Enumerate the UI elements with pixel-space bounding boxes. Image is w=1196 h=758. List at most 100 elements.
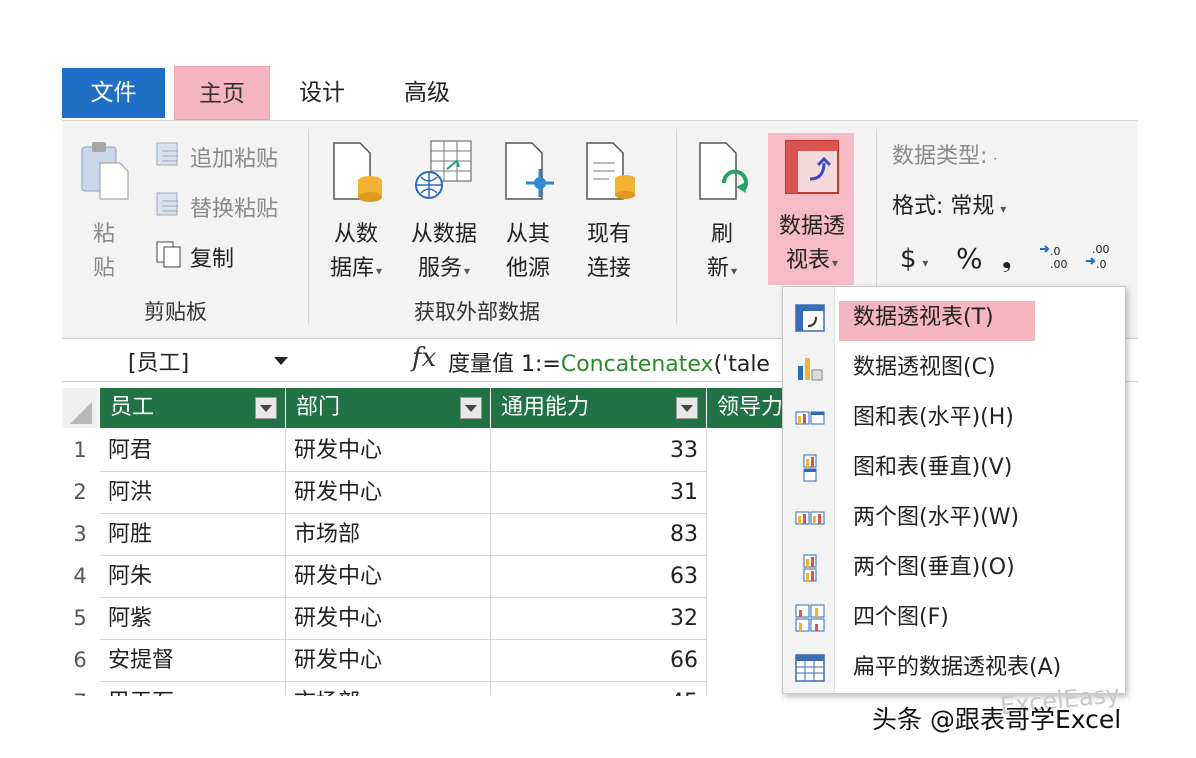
formula-suffix: ('tale: [713, 352, 770, 377]
chart-and-table-vertical-icon: [795, 454, 825, 482]
cell-department[interactable]: 研发中心: [286, 556, 491, 598]
row-number: 5: [73, 606, 87, 630]
menu-item-label: 两个图(水平)(W): [853, 505, 1020, 530]
replace-paste-button[interactable]: 替换粘贴: [154, 189, 278, 225]
pivot-label-1: 数据透: [778, 214, 845, 239]
decrease-decimal-icon: .00.0: [1084, 241, 1118, 283]
currency-button[interactable]: $ ▾: [900, 241, 928, 277]
cell-department[interactable]: 市场部: [286, 514, 491, 556]
column-header-ability[interactable]: 通用能力: [491, 388, 707, 428]
menu-item-label: 扁平的数据透视表(A): [853, 655, 1062, 680]
name-box-dropdown-icon[interactable]: [274, 357, 288, 365]
cell-department[interactable]: 研发中心: [286, 430, 491, 472]
svg-text:.0: .0: [1096, 258, 1107, 271]
cell-ability[interactable]: 33: [491, 430, 707, 472]
pivot-dropdown-menu: 数据透视表(T) 数据透视图(C) 图和表(水平)(H) 图和表(垂直)(V) …: [782, 286, 1126, 694]
paste-button[interactable]: 粘 贴: [76, 139, 132, 286]
chevron-down-icon: ▾: [730, 264, 738, 278]
from-other-label-1: 从其: [505, 222, 550, 247]
data-type-label: 数据类型:: [892, 144, 988, 169]
currency-symbol: $: [900, 244, 917, 274]
menu-item-pivot-table[interactable]: 数据透视表(T): [783, 293, 1125, 343]
data-type-dropdown[interactable]: 数据类型: ·: [892, 139, 997, 175]
menu-item-two-charts-horizontal[interactable]: 两个图(水平)(W): [783, 493, 1125, 543]
column-header-label: 员工: [110, 395, 155, 420]
cell-ability[interactable]: 63: [491, 556, 707, 598]
refresh-label-2: 新: [706, 256, 729, 281]
menu-item-label: 两个图(垂直)(O): [853, 555, 1015, 580]
append-paste-icon: [154, 139, 184, 181]
menu-item-four-charts[interactable]: 四个图(F): [783, 593, 1125, 643]
format-dropdown[interactable]: 格式: 常规 ▾: [892, 189, 1006, 225]
cell-ability[interactable]: 45: [491, 682, 707, 696]
tab-file[interactable]: 文件: [62, 68, 165, 118]
tab-advanced[interactable]: 高级: [392, 66, 462, 120]
filter-dropdown-icon[interactable]: [460, 397, 482, 419]
cell-employee[interactable]: 阿君: [100, 430, 286, 472]
append-paste-button[interactable]: 追加粘贴: [154, 139, 278, 175]
cell-department[interactable]: 研发中心: [286, 472, 491, 514]
row-number: 7: [62, 690, 98, 696]
cell-employee[interactable]: 阿紫: [100, 598, 286, 640]
cell-employee[interactable]: 阿朱: [100, 556, 286, 598]
pivot-table-icon: [776, 139, 848, 206]
from-database-label-1: 从数: [333, 222, 378, 247]
from-service-label-2: 服务: [417, 256, 462, 281]
column-header-label: 部门: [296, 395, 341, 420]
pivot-table-button[interactable]: 数据透 视表 ▾: [776, 139, 848, 280]
cell-ability[interactable]: 83: [491, 514, 707, 556]
cell-employee[interactable]: 安提督: [100, 640, 286, 682]
paste-label-2: 贴: [92, 256, 115, 281]
cell-department[interactable]: 市场部: [286, 682, 491, 696]
watermark: 头条 @跟表哥学Excel: [872, 705, 1122, 734]
existing-label-1: 现有: [586, 222, 631, 247]
formula-input[interactable]: 度量值 1:=Concatenatex('tale: [448, 346, 770, 378]
increase-decimal-button[interactable]: .0.00: [1038, 241, 1078, 277]
pivot-table-icon: [795, 304, 825, 332]
fx-icon[interactable]: fx: [412, 343, 436, 373]
filter-dropdown-icon[interactable]: [676, 397, 698, 419]
chevron-down-icon: ▾: [918, 256, 929, 270]
refresh-button[interactable]: 刷 新 ▾: [692, 139, 752, 288]
cell-employee[interactable]: 阿洪: [100, 472, 286, 514]
cell-ability[interactable]: 66: [491, 640, 707, 682]
decrease-decimal-button[interactable]: .00.0: [1084, 241, 1124, 277]
cell-department[interactable]: 研发中心: [286, 598, 491, 640]
paste-label-1: 粘: [92, 222, 115, 247]
from-database-button[interactable]: 从数 据库 ▾: [324, 139, 388, 288]
column-header-employee[interactable]: 员工: [100, 388, 286, 428]
from-other-sources-button[interactable]: 从其 他源: [498, 139, 558, 286]
filter-dropdown-icon[interactable]: [255, 397, 277, 419]
comma-button[interactable]: ❟: [1002, 241, 1011, 277]
clipboard-group-label: 剪贴板: [144, 300, 207, 324]
menu-item-chart-table-horizontal[interactable]: 图和表(水平)(H): [783, 393, 1125, 443]
column-header-label: 通用能力: [501, 395, 590, 420]
chevron-down-icon: ▾: [831, 256, 839, 270]
percent-button[interactable]: %: [956, 241, 983, 277]
menu-item-pivot-chart[interactable]: 数据透视图(C): [783, 343, 1125, 393]
copy-button[interactable]: 复制: [154, 239, 234, 275]
existing-connections-button[interactable]: 现有 连接: [578, 139, 640, 286]
cell-ability[interactable]: 32: [491, 598, 707, 640]
from-service-label-1: 从数据: [410, 222, 477, 247]
row-number: 4: [73, 564, 87, 588]
refresh-icon: [692, 139, 752, 214]
menu-item-chart-table-vertical[interactable]: 图和表(垂直)(V): [783, 443, 1125, 493]
cell-employee[interactable]: 巴天石: [100, 682, 286, 696]
from-service-button[interactable]: 从数据 服务 ▾: [402, 139, 486, 288]
cell-employee[interactable]: 阿胜: [100, 514, 286, 556]
name-box[interactable]: [员工]: [128, 345, 189, 377]
tab-home[interactable]: 主页: [174, 66, 270, 120]
menu-item-two-charts-vertical[interactable]: 两个图(垂直)(O): [783, 543, 1125, 593]
chevron-down-icon: ▾: [463, 264, 471, 278]
chevron-down-icon: ·: [989, 152, 998, 166]
column-header-department[interactable]: 部门: [286, 388, 491, 428]
svg-text:.0: .0: [1050, 245, 1061, 258]
cell-department[interactable]: 研发中心: [286, 640, 491, 682]
tab-design[interactable]: 设计: [287, 66, 357, 120]
chevron-down-icon: ▾: [996, 202, 1007, 216]
refresh-label-1: 刷: [710, 222, 733, 247]
cell-ability[interactable]: 31: [491, 472, 707, 514]
select-all-corner[interactable]: [62, 388, 98, 428]
paste-icon: [76, 139, 132, 214]
